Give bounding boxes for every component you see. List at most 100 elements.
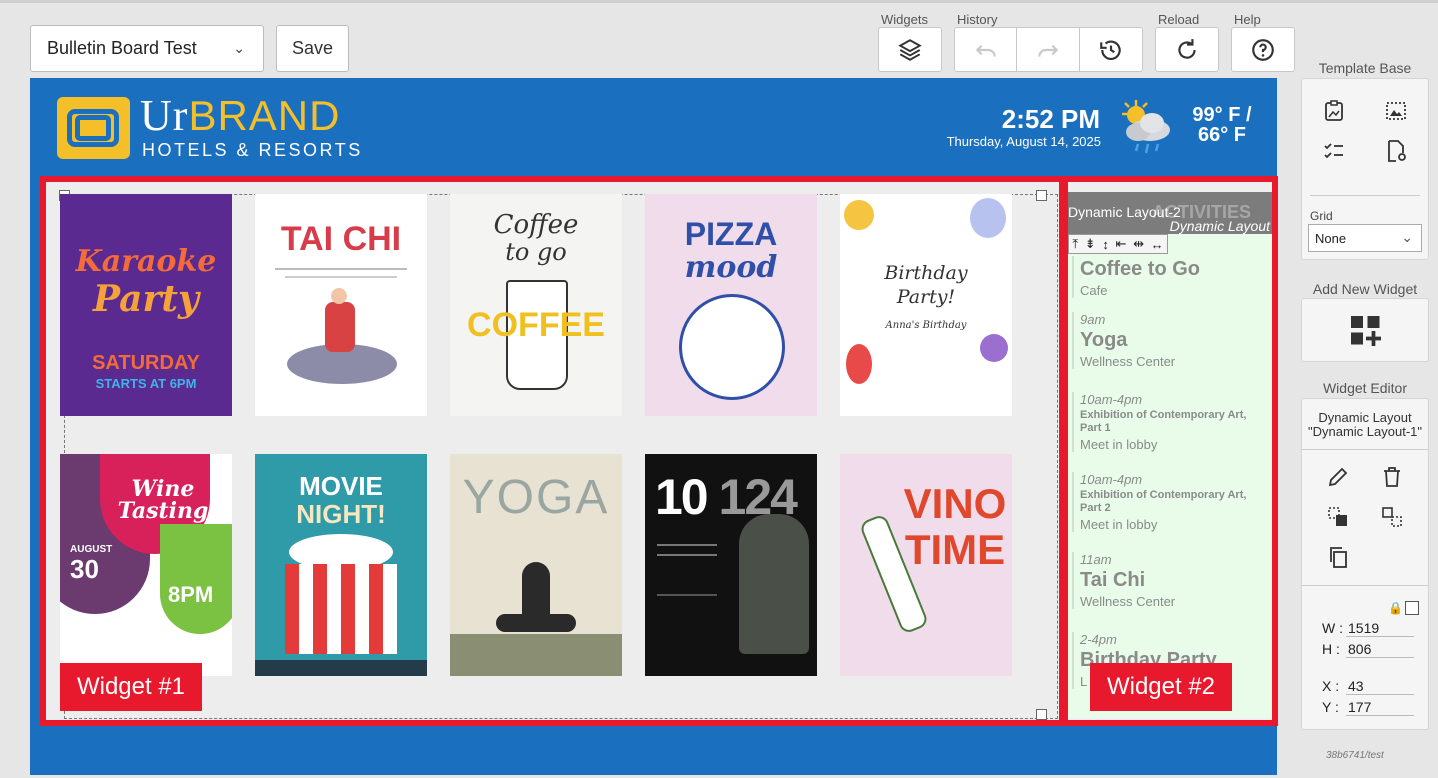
align-toolbar: ⤒ ⇟ ↕ ⇤ ⇹ ↔: [1068, 234, 1168, 254]
template-select-value: Bulletin Board Test: [47, 38, 197, 58]
editor-widget-type: Dynamic Layout: [1318, 410, 1412, 425]
template-base-label: Template Base: [1318, 60, 1412, 76]
editor-widget-name: "Dynamic Layout-1": [1308, 424, 1422, 439]
bring-forward-button[interactable]: [1324, 503, 1352, 531]
y-field[interactable]: Y :177: [1322, 699, 1414, 716]
build-id: 38b6741/test: [1326, 750, 1384, 761]
list-item[interactable]: 9am Yoga Wellness Center: [1072, 312, 1268, 369]
help-button[interactable]: [1231, 27, 1295, 72]
widget-1-label: Widget #1: [60, 663, 202, 711]
stretch-horizontal-icon[interactable]: ↔: [1151, 237, 1164, 252]
birthday-party-poster[interactable]: Birthday Party! Anna's Birthday: [840, 194, 1012, 416]
grid-label: Grid: [1310, 209, 1333, 223]
redo-button[interactable]: [1016, 27, 1080, 72]
resize-handle-br[interactable]: [1036, 709, 1047, 720]
yoga-poster[interactable]: YOGA: [450, 454, 622, 676]
brand-subtitle: HOTELS & RESORTS: [142, 140, 363, 160]
undo-icon: [975, 44, 996, 57]
align-left-icon[interactable]: ⇤: [1116, 236, 1127, 252]
widget-2-header: ACTIVITIES Dynamic Layout-2 Dynamic Layo…: [1068, 192, 1272, 234]
height-field[interactable]: H :806: [1322, 641, 1414, 658]
brand-logo-icon: [57, 97, 130, 159]
redo-icon: [1038, 44, 1059, 57]
align-center-icon[interactable]: ⇹: [1133, 236, 1144, 252]
x-field[interactable]: X :43: [1322, 678, 1414, 695]
lock-checkbox[interactable]: [1405, 601, 1419, 615]
edit-button[interactable]: [1324, 463, 1352, 491]
align-top-icon[interactable]: ⤒: [1072, 236, 1078, 252]
widget-editor-panel: Dynamic Layout "Dynamic Layout-1" 🔒 W :1…: [1301, 398, 1429, 730]
top-border: [0, 0, 1438, 3]
add-widget-label: Add New Widget: [1312, 281, 1418, 297]
clipboard-image-icon: [1325, 100, 1343, 121]
send-backward-icon: [1382, 507, 1402, 527]
list-item[interactable]: 10am-4pm Exhibition of Contemporary Art,…: [1072, 472, 1268, 532]
add-widget-panel: [1301, 298, 1429, 362]
movie-night-poster[interactable]: MOVIE NIGHT!: [255, 454, 427, 676]
trash-icon: [1384, 467, 1400, 487]
bring-forward-icon: [1328, 507, 1347, 526]
template-canvas[interactable]: UrBRAND HOTELS & RESORTS 2:52 PM Thursda…: [30, 78, 1278, 775]
template-base-panel: Grid None ⌄: [1301, 78, 1429, 260]
widget-editor-label: Widget Editor: [1322, 380, 1408, 396]
layers-icon: [898, 38, 922, 61]
reload-icon: [1178, 38, 1196, 59]
karaoke-party-poster[interactable]: Karaoke Party SATURDAY STARTS AT 6PM: [60, 194, 232, 416]
clock-time: 2:52 PM: [1001, 104, 1100, 134]
checklist-button[interactable]: [1320, 137, 1348, 165]
pizza-mood-poster[interactable]: PIZZA mood: [645, 194, 817, 416]
copy-icon: [1330, 547, 1347, 568]
align-middle-icon[interactable]: ⇟: [1085, 236, 1096, 252]
list-item[interactable]: Coffee to Go Cafe: [1072, 256, 1268, 298]
send-backward-button[interactable]: [1378, 503, 1406, 531]
resize-handle-tr[interactable]: [1036, 190, 1047, 201]
width-field[interactable]: W :1519: [1322, 620, 1414, 637]
coffee-to-go-poster[interactable]: Coffee to go COFFEE: [450, 194, 622, 416]
activities-list[interactable]: Coffee to Go Cafe 9am Yoga Wellness Cent…: [1068, 234, 1272, 718]
document-settings-button[interactable]: [1382, 137, 1410, 165]
grid-select-value: None: [1315, 231, 1347, 246]
template-select[interactable]: Bulletin Board Test ⌄: [30, 25, 264, 72]
widgets-button[interactable]: [878, 27, 942, 72]
stretch-vertical-icon[interactable]: ↕: [1102, 237, 1109, 252]
widget-2-label: Widget #2: [1090, 663, 1232, 711]
add-widget-icon: [1351, 316, 1381, 346]
clock-date: Thursday, August 14, 2025: [946, 134, 1101, 149]
lock-icon: 🔒: [1388, 601, 1403, 615]
help-icon: [1252, 38, 1274, 61]
add-widget-button[interactable]: [1346, 311, 1386, 351]
vino-time-poster[interactable]: VINO TIME: [840, 454, 1012, 676]
save-button[interactable]: Save: [276, 25, 349, 72]
partly-cloudy-rain-icon: [1122, 100, 1170, 154]
chevron-down-icon: ⌄: [233, 40, 245, 56]
widget-1-frame[interactable]: Karaoke Party SATURDAY STARTS AT 6PM TAI…: [40, 176, 1065, 726]
tai-chi-poster[interactable]: TAI CHI: [255, 194, 427, 416]
exhibition-poster[interactable]: 10 124: [645, 454, 817, 676]
canvas-header: UrBRAND HOTELS & RESORTS 2:52 PM Thursda…: [30, 78, 1277, 175]
widget-2-frame[interactable]: Coffee to Go Cafe 9am Yoga Wellness Cent…: [1062, 176, 1278, 726]
delete-button[interactable]: [1378, 463, 1406, 491]
image-frame-button[interactable]: [1382, 97, 1410, 125]
chevron-down-icon: ⌄: [1401, 229, 1413, 245]
checklist-icon: [1324, 143, 1343, 159]
widget-2-title: Dynamic Layout-2: [1068, 204, 1181, 220]
history-button[interactable]: [1079, 27, 1143, 72]
history-icon: [1100, 40, 1121, 60]
help-label: Help: [1234, 12, 1261, 27]
list-item[interactable]: 10am-4pm Exhibition of Contemporary Art,…: [1072, 392, 1268, 452]
reload-label: Reload: [1158, 12, 1200, 27]
pencil-icon: [1328, 467, 1348, 487]
grid-select[interactable]: None ⌄: [1308, 224, 1422, 252]
background-image-button[interactable]: [1320, 97, 1348, 125]
list-item[interactable]: 11am Tai Chi Wellness Center: [1072, 552, 1268, 609]
wine-tasting-poster[interactable]: Wine Tasting AUGUST 30 8PM: [60, 454, 232, 676]
file-settings-icon: [1388, 140, 1406, 162]
reload-button[interactable]: [1155, 27, 1219, 72]
undo-button[interactable]: [954, 27, 1017, 72]
image-dashed-icon: [1386, 102, 1406, 120]
history-label: History: [957, 12, 998, 27]
widgets-label: Widgets: [881, 12, 928, 27]
duplicate-button[interactable]: [1324, 543, 1352, 571]
temperature: 99° F /66° F: [1192, 104, 1252, 146]
widget-2-subtitle: Dynamic Layout: [1169, 218, 1270, 234]
